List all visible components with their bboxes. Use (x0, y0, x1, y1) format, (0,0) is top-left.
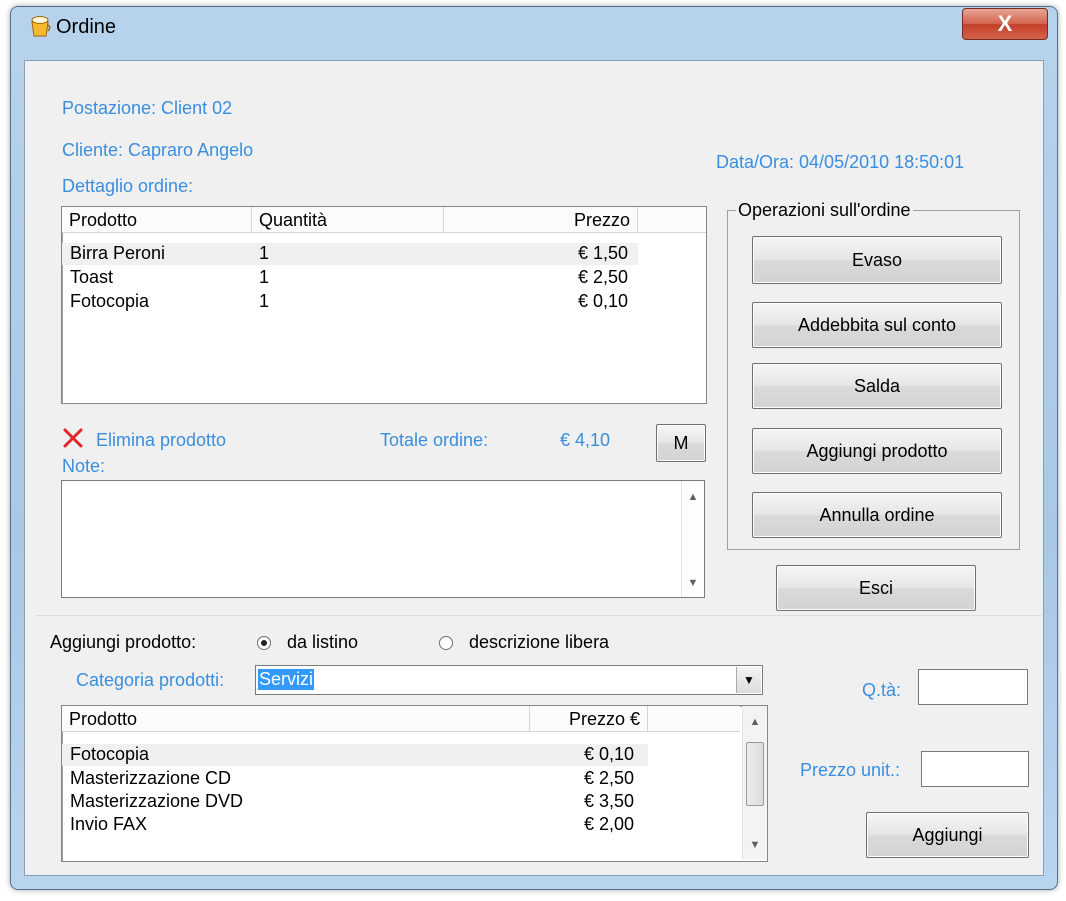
qta-label: Q.tà: (862, 680, 902, 700)
dettaglio-ordine-label: Dettaglio ordine: (62, 176, 194, 196)
row-price: € 2,50 (583, 768, 634, 788)
note-label: Note: (62, 456, 106, 476)
column-header-quantita[interactable]: Quantità (252, 207, 444, 233)
descrizione-libera-label[interactable]: descrizione libera (469, 632, 609, 653)
categoria-selected-value: Servizi (258, 669, 315, 690)
row-price: € 1,50 (577, 243, 628, 263)
divider (36, 615, 1042, 616)
scroll-up-icon[interactable]: ▲ (682, 491, 704, 503)
aggiungi-prodotto-button[interactable]: Aggiungi prodotto (752, 428, 1002, 474)
row-product: Invio FAX (70, 814, 148, 834)
catalog-row[interactable]: Invio FAX € 2,00 (62, 814, 648, 836)
window-title: Ordine (56, 16, 117, 38)
totale-ordine-value: € 4,10 (560, 430, 611, 450)
chevron-down-icon[interactable]: ▼ (736, 667, 761, 693)
postazione-label: Postazione: Client 02 (62, 98, 233, 118)
addebbita-button[interactable]: Addebbita sul conto (752, 302, 1002, 348)
prezzo-unit-input[interactable] (921, 751, 1029, 787)
column-header-empty (638, 207, 706, 233)
row-product: Masterizzazione CD (70, 768, 232, 788)
row-product: Toast (70, 267, 114, 287)
row-qty: 1 (259, 243, 270, 263)
catalog-row[interactable]: Fotocopia € 0,10 (62, 744, 648, 766)
column-header-empty (648, 706, 740, 732)
delete-icon[interactable] (62, 427, 84, 449)
scroll-thumb[interactable] (746, 742, 764, 806)
evaso-button[interactable]: Evaso (752, 236, 1002, 284)
catalog-row[interactable]: Masterizzazione DVD € 3,50 (62, 791, 648, 813)
row-product: Birra Peroni (70, 243, 166, 263)
note-scrollbar[interactable]: ▲ ▼ (681, 481, 704, 597)
order-row[interactable]: Fotocopia 1 € 0,10 (62, 291, 638, 313)
qta-input[interactable] (918, 669, 1028, 705)
elimina-prodotto-link[interactable]: Elimina prodotto (96, 430, 226, 451)
annulla-ordine-button[interactable]: Annulla ordine (752, 492, 1002, 538)
totale-ordine-label: Totale ordine: (380, 430, 489, 450)
data-ora-label: Data/Ora: 04/05/2010 18:50:01 (716, 152, 965, 172)
order-row[interactable]: Toast 1 € 2,50 (62, 267, 638, 289)
aggiungi-prodotto-label: Aggiungi prodotto: (50, 632, 197, 652)
row-product: Masterizzazione DVD (70, 791, 244, 811)
app-icon (31, 16, 51, 37)
operations-legend: Operazioni sull'ordine (738, 200, 911, 220)
categoria-dropdown[interactable]: Servizi ▼ (255, 665, 763, 695)
prezzo-unit-label: Prezzo unit.: (800, 760, 901, 780)
scroll-down-icon[interactable]: ▼ (682, 577, 704, 589)
row-qty: 1 (259, 267, 270, 287)
radio-descrizione-libera[interactable] (439, 636, 453, 650)
esci-button[interactable]: Esci (776, 565, 976, 611)
cliente-label: Cliente: Capraro Angelo (62, 140, 254, 160)
column-header-prodotto[interactable]: Prodotto (62, 706, 530, 732)
order-list[interactable]: Prodotto Quantità Prezzo Birra Peroni 1 … (61, 206, 707, 404)
column-header-prezzo[interactable]: Prezzo € (530, 706, 648, 732)
catalog-scrollbar[interactable]: ▲ ▼ (742, 706, 767, 859)
row-price: € 0,10 (577, 291, 628, 311)
scroll-down-icon[interactable]: ▼ (743, 839, 767, 851)
row-product: Fotocopia (70, 744, 150, 764)
row-price: € 0,10 (583, 744, 634, 764)
categoria-label: Categoria prodotti: (76, 670, 225, 690)
column-header-prodotto[interactable]: Prodotto (62, 207, 252, 233)
column-header-prezzo[interactable]: Prezzo (444, 207, 638, 233)
salda-button[interactable]: Salda (752, 363, 1002, 409)
catalog-list[interactable]: Prodotto Prezzo € Fotocopia € 0,10 Maste… (61, 705, 768, 862)
catalog-row[interactable]: Masterizzazione CD € 2,50 (62, 768, 648, 790)
row-qty: 1 (259, 291, 270, 311)
scroll-up-icon[interactable]: ▲ (743, 716, 767, 728)
row-product: Fotocopia (70, 291, 150, 311)
close-button[interactable]: X (962, 8, 1048, 40)
radio-da-listino[interactable] (257, 636, 271, 650)
order-row[interactable]: Birra Peroni 1 € 1,50 (62, 243, 638, 265)
m-button[interactable]: M (656, 424, 706, 462)
aggiungi-button[interactable]: Aggiungi (866, 812, 1029, 858)
row-price: € 2,00 (583, 814, 634, 834)
row-price: € 2,50 (577, 267, 628, 287)
row-price: € 3,50 (583, 791, 634, 811)
note-textarea[interactable]: ▲ ▼ (61, 480, 705, 598)
da-listino-label[interactable]: da listino (287, 632, 358, 653)
